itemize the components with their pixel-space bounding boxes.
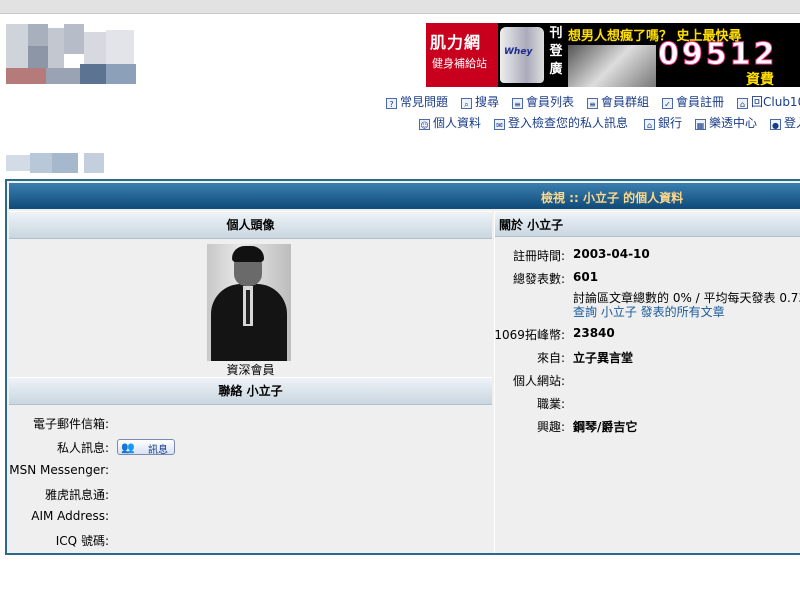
search-icon: ⌕ xyxy=(461,98,472,109)
site-subtitle-blurred xyxy=(6,153,104,173)
interests-label: 興趣: xyxy=(536,420,565,434)
ad-more: 資費 xyxy=(746,72,774,87)
posts-label: 總發表數: xyxy=(512,272,565,286)
send-pm-button[interactable]: 👥 訊息 xyxy=(117,439,175,456)
ad-photo xyxy=(568,45,656,87)
ad-vertical-text: 刊登廣 xyxy=(549,26,563,77)
right-column: 關於 小立子 註冊時間: 2003-04-10 總發表數: 601 討論區文章總… xyxy=(494,211,800,553)
ad-subtitle: 健身補給站 xyxy=(432,57,487,70)
message-icon: ✉ xyxy=(494,119,505,130)
bottle-label: Whey xyxy=(504,47,533,57)
user-rank: 資深會員 xyxy=(226,363,275,377)
ad-phone: 09512 xyxy=(657,37,778,73)
icq-label: ICQ 號碼: xyxy=(55,534,109,548)
ad-banner[interactable]: 肌力網 健身補給站 Whey 刊登廣 想男人想瘋了嗎？ 史上最快尋 09512 … xyxy=(426,23,800,87)
profile-panel-header: 檢視 :: 小立子 的個人資料 xyxy=(9,183,800,209)
ad-brand: 肌力網 xyxy=(430,33,482,52)
joined-label: 註冊時間: xyxy=(512,249,565,263)
nav-groups[interactable]: ≡ 會員群組 xyxy=(587,93,649,110)
groups-icon: ≡ xyxy=(587,98,598,109)
nav-login[interactable]: ●登入 xyxy=(770,114,800,131)
site-logo[interactable] xyxy=(6,24,136,86)
about-section-header: 關於 小立子 xyxy=(495,211,800,237)
occupation-label: 職業: xyxy=(536,397,565,411)
home-icon: ⌂ xyxy=(737,98,748,109)
joined-value: 2003-04-10 xyxy=(573,247,650,261)
posts-value: 601 xyxy=(573,270,599,284)
browser-top-strip xyxy=(0,0,800,14)
nav-bank[interactable]: ⌂ 銀行 xyxy=(644,114,682,131)
user-avatar xyxy=(207,244,291,361)
profile-panel: 檢視 :: 小立子 的個人資料 個人頭像 資深會員 聯絡 小立子 電子郵件信箱:… xyxy=(5,179,800,555)
coins-label: 1069拓峰幣: xyxy=(494,328,565,342)
nav-faq[interactable]: ? 常見問題 xyxy=(386,93,448,110)
from-label: 來自: xyxy=(536,351,565,365)
nav-search[interactable]: ⌕ 搜尋 xyxy=(461,93,499,110)
coins-value: 23840 xyxy=(573,326,615,340)
register-icon: ✓ xyxy=(662,98,673,109)
users-icon: 👥 xyxy=(121,441,135,454)
bank-icon: ⌂ xyxy=(644,119,655,130)
supplement-bottle-image: Whey xyxy=(500,27,544,83)
lottery-icon: ▦ xyxy=(695,119,706,130)
nav-home[interactable]: ⌂ 回Club10 xyxy=(737,93,800,110)
interests-value: 鋼琴/爵吉它 xyxy=(573,420,638,434)
nav-register[interactable]: ✓ 會員註冊 xyxy=(662,93,724,110)
aim-label: AIM Address: xyxy=(31,509,109,523)
search-user-posts-link[interactable]: 查詢 小立子 發表的所有文章 xyxy=(573,303,725,320)
msn-label: MSN Messenger: xyxy=(9,463,109,477)
nav-memberlist[interactable]: ≡ 會員列表 xyxy=(512,93,574,110)
yahoo-label: 雅虎訊息通: xyxy=(44,488,109,502)
from-value: 立子異言堂 xyxy=(573,351,634,365)
contact-section-header: 聯絡 小立子 xyxy=(9,377,492,405)
avatar-section-header: 個人頭像 xyxy=(9,211,492,239)
profile-title: 檢視 :: 小立子 的個人資料 xyxy=(541,191,684,205)
email-label: 電子郵件信箱: xyxy=(32,417,109,431)
left-column: 個人頭像 資深會員 聯絡 小立子 電子郵件信箱: 私人訊息: 👥 訊息 MSN … xyxy=(9,211,492,553)
login-icon: ● xyxy=(770,119,781,130)
nav-profile[interactable]: ☺ 個人資料 xyxy=(419,114,481,131)
nav-login-pm[interactable]: ✉ 登入檢查您的私人訊息 xyxy=(494,114,628,131)
faq-icon: ? xyxy=(386,98,397,109)
nav-lottery[interactable]: ▦ 樂透中心 xyxy=(695,114,757,131)
list-icon: ≡ xyxy=(512,98,523,109)
pm-label: 私人訊息: xyxy=(56,441,109,455)
profile-icon: ☺ xyxy=(419,119,430,130)
website-label: 個人網站: xyxy=(512,374,565,388)
ad-brand-block: 肌力網 健身補給站 xyxy=(426,23,498,87)
